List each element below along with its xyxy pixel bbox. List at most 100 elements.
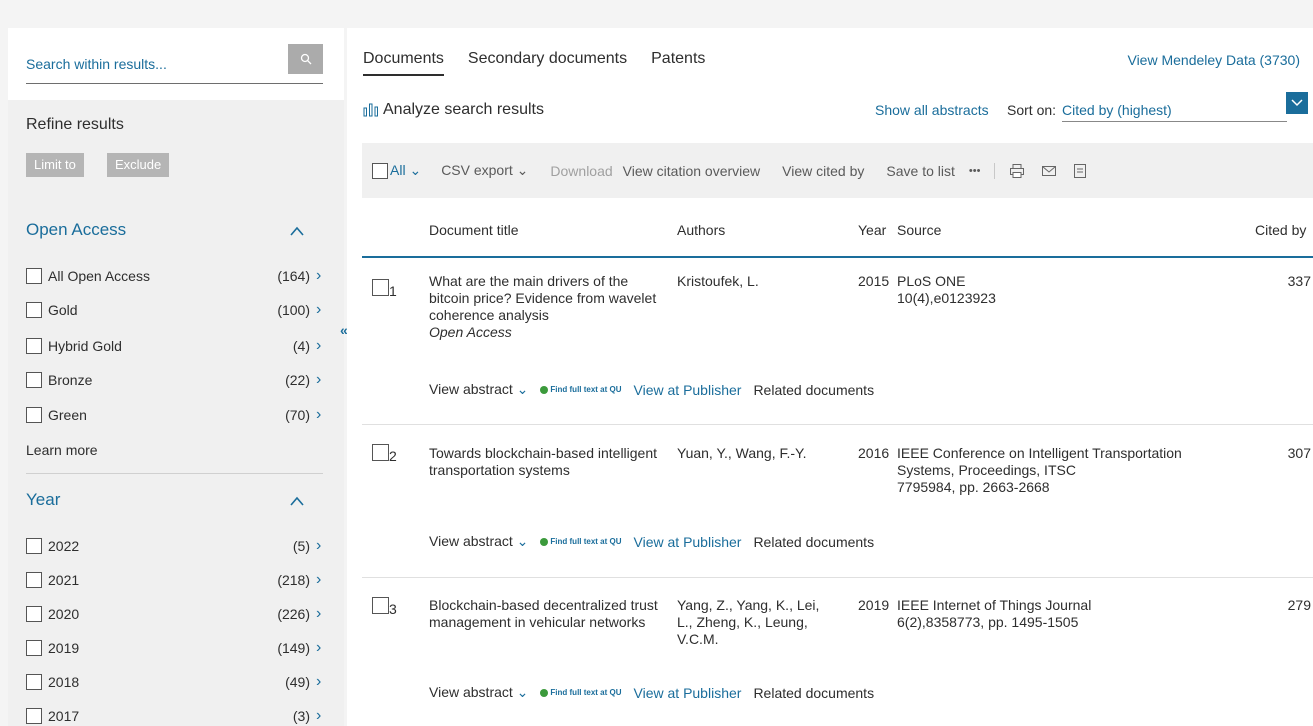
row-checkbox[interactable]: [372, 444, 389, 461]
facet-open-access-hybrid-gold[interactable]: Hybrid Gold (4) ›: [26, 336, 326, 356]
column-year[interactable]: Year: [858, 222, 886, 238]
search-within-input[interactable]: [26, 56, 276, 72]
chevron-right-icon[interactable]: ›: [316, 337, 326, 355]
facet-year-2022[interactable]: 2022 (5) ›: [26, 536, 326, 556]
chevron-right-icon[interactable]: ›: [316, 406, 326, 424]
exclude-button[interactable]: Exclude: [107, 153, 170, 177]
column-cited-by[interactable]: Cited by: [1255, 222, 1306, 238]
checkbox[interactable]: [26, 572, 42, 588]
facet-open-access-all[interactable]: All Open Access (164) ›: [26, 266, 326, 286]
find-full-text-link[interactable]: Find full text at QU: [540, 385, 622, 394]
checkbox[interactable]: [26, 268, 42, 284]
row-checkbox[interactable]: [372, 597, 389, 614]
related-documents-link[interactable]: Related documents: [753, 534, 874, 550]
cited-by-count[interactable]: 279: [1288, 597, 1311, 614]
view-mendeley-data-link[interactable]: View Mendeley Data (3730): [1127, 52, 1300, 68]
view-abstract-button[interactable]: View abstract ⌄: [429, 533, 528, 550]
checkbox[interactable]: [26, 606, 42, 622]
facet-year-2019[interactable]: 2019 (149) ›: [26, 638, 326, 658]
related-documents-link[interactable]: Related documents: [753, 685, 874, 701]
tab-documents[interactable]: Documents: [363, 50, 444, 76]
facet-year-2021[interactable]: 2021 (218) ›: [26, 570, 326, 590]
authors[interactable]: Kristoufek, L.: [677, 273, 847, 290]
facet-count: (226): [277, 606, 310, 622]
find-full-text-label: Find full text at QU: [550, 385, 622, 394]
print-icon[interactable]: [1009, 163, 1025, 179]
select-all-dropdown[interactable]: All ⌄: [390, 162, 421, 179]
view-abstract-button[interactable]: View abstract ⌄: [429, 381, 528, 398]
checkbox[interactable]: [26, 708, 42, 724]
view-cited-by-button[interactable]: View cited by: [782, 163, 864, 179]
facet-year-2017[interactable]: 2017 (3) ›: [26, 706, 326, 726]
checkbox[interactable]: [26, 538, 42, 554]
column-authors[interactable]: Authors: [677, 222, 725, 238]
csv-export-button[interactable]: CSV export ⌄: [441, 162, 528, 179]
checkbox[interactable]: [26, 372, 42, 388]
divider: [26, 473, 323, 474]
email-icon[interactable]: [1041, 164, 1057, 178]
document-title-link[interactable]: What are the main drivers of the bitcoin…: [429, 273, 669, 324]
open-access-heading[interactable]: Open Access: [26, 220, 126, 240]
chevron-right-icon[interactable]: ›: [316, 571, 326, 589]
checkbox[interactable]: [26, 640, 42, 656]
facet-year-2018[interactable]: 2018 (49) ›: [26, 672, 326, 692]
tab-patents[interactable]: Patents: [651, 50, 705, 76]
facet-open-access-green[interactable]: Green (70) ›: [26, 405, 326, 425]
show-all-abstracts-link[interactable]: Show all abstracts: [875, 102, 989, 118]
find-full-text-link[interactable]: Find full text at QU: [540, 537, 622, 546]
source-title[interactable]: PLoS ONE: [897, 273, 1237, 290]
sort-select[interactable]: Cited by (highest): [1062, 98, 1287, 122]
analyze-search-results-link[interactable]: Analyze search results: [363, 101, 544, 119]
more-options-button[interactable]: •••: [969, 165, 981, 177]
view-at-publisher-link[interactable]: View at Publisher: [634, 534, 742, 550]
document-title-link[interactable]: Blockchain-based decentralized trust man…: [429, 597, 674, 631]
facet-count: (3): [292, 708, 310, 724]
chevron-up-icon[interactable]: [290, 224, 304, 238]
chevron-right-icon[interactable]: ›: [316, 707, 326, 725]
chevron-right-icon[interactable]: ›: [316, 673, 326, 691]
authors[interactable]: Yuan, Y., Wang, F.-Y.: [677, 445, 847, 462]
checkbox[interactable]: [26, 407, 42, 423]
chevron-right-icon[interactable]: ›: [316, 301, 326, 319]
checkbox[interactable]: [26, 302, 42, 318]
row-checkbox[interactable]: [372, 279, 389, 296]
chevron-right-icon[interactable]: ›: [316, 639, 326, 657]
search-button[interactable]: [288, 44, 323, 74]
year-heading[interactable]: Year: [26, 490, 60, 510]
facet-open-access-bronze[interactable]: Bronze (22) ›: [26, 370, 326, 390]
year: 2019: [858, 597, 890, 613]
authors[interactable]: Yang, Z., Yang, K., Lei, L., Zheng, K., …: [677, 597, 827, 648]
table-row: 3 Blockchain-based decentralized trust m…: [362, 578, 1313, 726]
cited-by-count[interactable]: 307: [1288, 445, 1311, 462]
checkbox[interactable]: [26, 674, 42, 690]
view-abstract-button[interactable]: View abstract ⌄: [429, 684, 528, 701]
column-source[interactable]: Source: [897, 222, 941, 238]
sort-dropdown-button[interactable]: [1286, 92, 1308, 114]
chevron-right-icon[interactable]: ›: [316, 371, 326, 389]
related-documents-link[interactable]: Related documents: [753, 382, 874, 398]
bibliography-icon[interactable]: [1073, 163, 1087, 179]
chevron-right-icon[interactable]: ›: [316, 605, 326, 623]
download-button[interactable]: Download: [550, 163, 612, 179]
limit-to-button[interactable]: Limit to: [26, 153, 84, 177]
find-full-text-icon: [540, 385, 549, 394]
chevron-right-icon[interactable]: ›: [316, 537, 326, 555]
find-full-text-link[interactable]: Find full text at QU: [540, 688, 622, 697]
view-at-publisher-link[interactable]: View at Publisher: [634, 382, 742, 398]
column-document-title[interactable]: Document title: [429, 222, 518, 238]
chevron-right-icon[interactable]: ›: [316, 267, 326, 285]
checkbox[interactable]: [26, 338, 42, 354]
source-title[interactable]: IEEE Internet of Things Journal: [897, 597, 1217, 614]
chevron-up-icon[interactable]: [290, 494, 304, 508]
view-citation-overview-button[interactable]: View citation overview: [623, 163, 760, 179]
facet-open-access-gold[interactable]: Gold (100) ›: [26, 300, 326, 320]
select-all-checkbox[interactable]: [372, 162, 388, 179]
document-title-link[interactable]: Towards blockchain-based intelligent tra…: [429, 445, 669, 479]
tab-secondary-documents[interactable]: Secondary documents: [468, 50, 627, 76]
facet-year-2020[interactable]: 2020 (226) ›: [26, 604, 326, 624]
view-at-publisher-link[interactable]: View at Publisher: [634, 685, 742, 701]
cited-by-count[interactable]: 337: [1288, 273, 1311, 290]
source-title[interactable]: IEEE Conference on Intelligent Transport…: [897, 445, 1217, 479]
learn-more-link[interactable]: Learn more: [26, 442, 98, 458]
save-to-list-button[interactable]: Save to list: [886, 163, 954, 179]
